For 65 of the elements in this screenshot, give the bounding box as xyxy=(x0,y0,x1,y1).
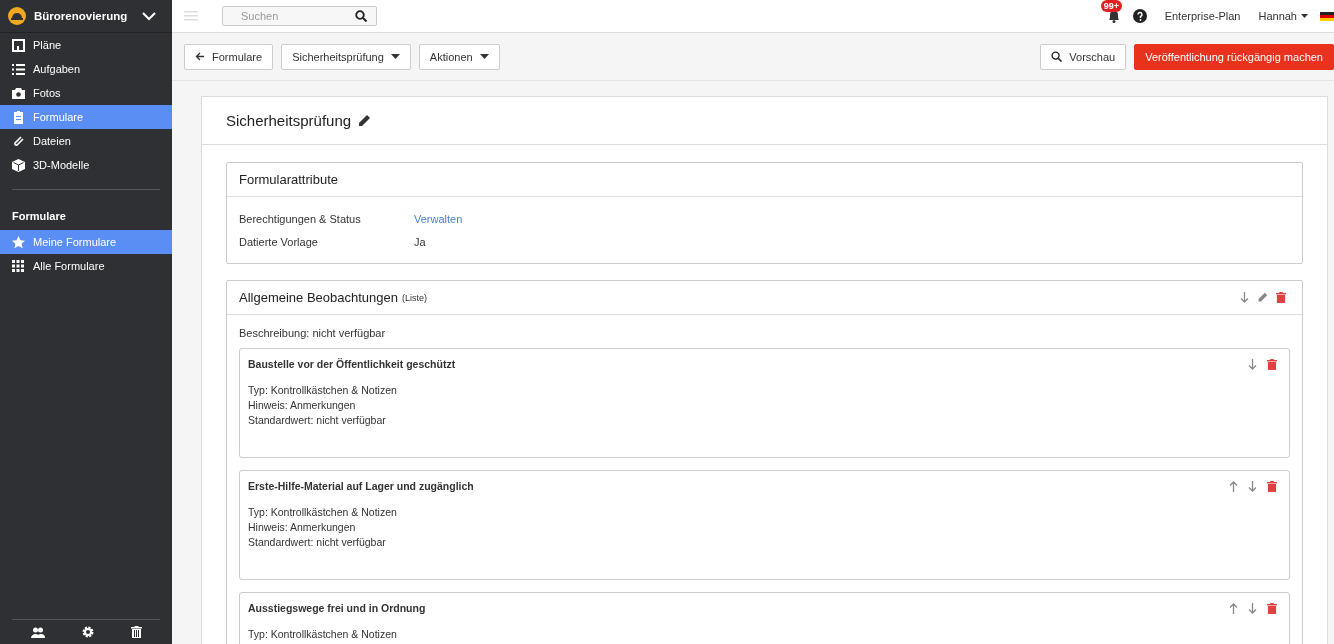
nav-item[interactable]: 3D-Modelle xyxy=(0,153,172,177)
section-type: (Liste) xyxy=(402,292,428,303)
arrow-down-icon[interactable] xyxy=(1248,358,1257,370)
arrow-down-icon[interactable] xyxy=(1248,480,1257,492)
help-icon[interactable] xyxy=(1132,9,1147,23)
attribute-value: Ja xyxy=(414,235,426,248)
list-icon xyxy=(12,62,25,76)
arrow-down-icon[interactable] xyxy=(1248,602,1257,614)
caret-icon xyxy=(390,54,400,59)
helmet-logo-icon xyxy=(8,7,26,25)
nav-item[interactable]: Dateien xyxy=(0,129,172,153)
plan-link[interactable]: Enterprise-Plan xyxy=(1164,10,1241,22)
arrow-up-icon[interactable] xyxy=(1229,602,1238,614)
manage-link[interactable]: Verwalten xyxy=(414,212,463,225)
question-title: Ausstiegswege frei und in Ordnung xyxy=(248,602,426,614)
settings-icon[interactable] xyxy=(81,626,94,638)
flag-icon[interactable] xyxy=(1320,11,1334,21)
question-title: Erste-Hilfe-Material auf Lager und zugänglich xyxy=(248,480,474,492)
back-button[interactable]: Formulare xyxy=(184,43,274,70)
nav-item[interactable]: Fotos xyxy=(0,81,172,105)
search-icon xyxy=(355,10,367,22)
question-detail: Standardwert: nicht verfügbar xyxy=(248,413,387,428)
nav-item[interactable]: Aufgaben xyxy=(0,57,172,81)
arrow-up-icon[interactable] xyxy=(1229,480,1238,492)
form-dropdown[interactable]: Sicherheitsprüfung xyxy=(281,43,411,70)
arrow-left-icon xyxy=(195,52,205,61)
notification-badge: 99+ xyxy=(1100,0,1122,12)
user-menu[interactable]: Hannah xyxy=(1258,10,1308,22)
search-field[interactable]: Suchen xyxy=(222,6,377,26)
question-detail: Typ: Kontrollkästchen & Notizen xyxy=(248,383,398,398)
caret-icon xyxy=(1301,14,1308,18)
attribute-label: Datierte Vorlage xyxy=(239,235,319,248)
cube-icon xyxy=(12,158,25,172)
bell-icon[interactable] xyxy=(1106,9,1121,23)
caret-icon xyxy=(479,54,489,59)
question-detail: Typ: Kontrollkästchen & Notizen xyxy=(248,505,398,520)
question-title: Baustelle vor der Öffentlichkeit geschützt xyxy=(248,358,456,370)
grid-icon xyxy=(12,259,25,273)
trash-icon[interactable] xyxy=(130,626,142,638)
paperclip-icon xyxy=(12,134,25,148)
chevron-down-icon xyxy=(142,11,156,21)
clipboard-icon xyxy=(12,110,25,124)
question-detail: Hinweis: Anmerkungen xyxy=(248,398,357,413)
star-icon xyxy=(12,235,25,249)
panel-title: Allgemeine Beobachtungen xyxy=(239,290,398,305)
search-icon xyxy=(1051,51,1063,62)
question-detail: Standardwert: nicht verfügbar xyxy=(248,535,387,550)
users-icon[interactable] xyxy=(30,626,45,638)
actions-dropdown[interactable]: Aktionen xyxy=(418,43,500,70)
arrow-down-icon[interactable] xyxy=(1240,292,1249,303)
nav-item[interactable]: Alle Formulare xyxy=(0,254,172,278)
unpublish-button[interactable]: Veröffentlichung rückgängig machen xyxy=(1134,43,1334,70)
preview-button[interactable]: Vorschau xyxy=(1040,43,1127,70)
question-detail: Typ: Kontrollkästchen & Notizen xyxy=(248,627,398,642)
panel-title: Formularattribute xyxy=(239,172,338,187)
nav-item[interactable]: Pläne xyxy=(0,33,172,57)
question-detail: Hinweis: Anmerkungen xyxy=(248,520,357,535)
camera-icon xyxy=(12,86,25,100)
project-selector[interactable]: Bürorenovierung xyxy=(0,0,172,33)
section-description: Beschreibung: nicht verfügbar xyxy=(239,327,387,339)
pencil-icon[interactable] xyxy=(357,113,372,128)
floor-plan-icon xyxy=(12,38,25,52)
section-title: Formulare xyxy=(11,209,67,224)
form-title: Sicherheitsprüfung xyxy=(226,112,352,129)
attribute-label: Berechtigungen & Status xyxy=(239,212,362,225)
